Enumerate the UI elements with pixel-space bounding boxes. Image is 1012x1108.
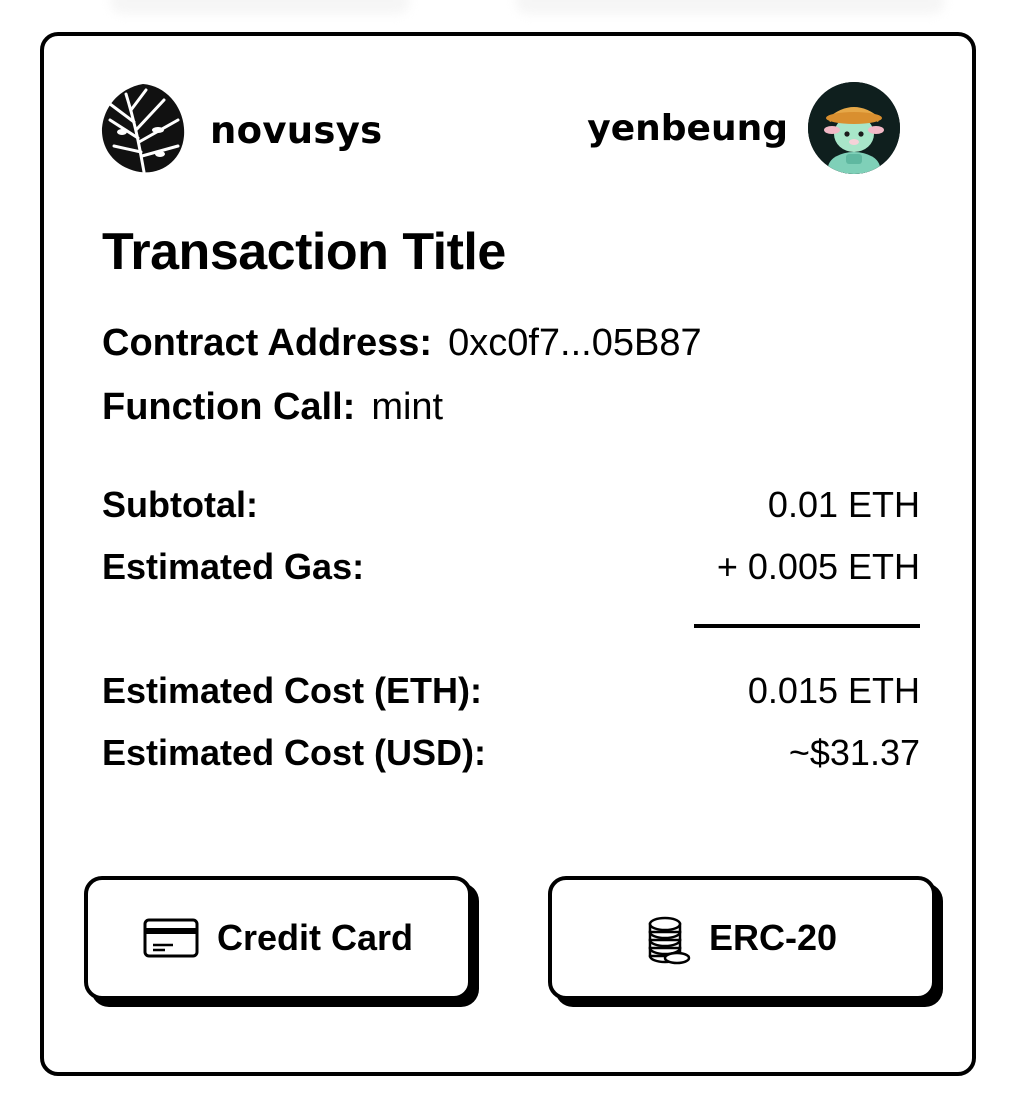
brand: novusys	[100, 80, 382, 181]
background-card-edge	[110, 0, 410, 14]
function-call-row: Function Call: mint	[102, 386, 443, 429]
estimated-gas-row: Estimated Gas: + 0.005 ETH	[102, 546, 920, 588]
subtotal-label: Subtotal:	[102, 484, 258, 525]
brand-name: novusys	[210, 109, 383, 152]
contract-address-row: Contract Address: 0xc0f7...05B87	[102, 322, 702, 365]
credit-card-icon	[143, 918, 199, 958]
transaction-card: novusys yenbeung Transaction Title Contr…	[40, 32, 976, 1076]
estimated-gas-label: Estimated Gas:	[102, 546, 365, 587]
contract-address-label: Contract Address:	[102, 322, 433, 364]
erc20-button[interactable]: ERC-20	[548, 876, 936, 1000]
estimated-gas-value: + 0.005 ETH	[716, 546, 920, 587]
transaction-title: Transaction Title	[102, 223, 506, 281]
estimated-cost-eth-value: 0.015 ETH	[747, 670, 920, 711]
contract-address-value[interactable]: 0xc0f7...05B87	[448, 322, 702, 364]
estimated-cost-eth-row: Estimated Cost (ETH): 0.015 ETH	[102, 670, 920, 712]
estimated-cost-usd-label: Estimated Cost (USD):	[102, 732, 487, 773]
function-call-value: mint	[371, 386, 444, 428]
subtotal-value: 0.01 ETH	[767, 484, 920, 525]
background-card-edge	[515, 0, 945, 14]
sum-divider	[694, 624, 920, 628]
function-call-label: Function Call:	[102, 386, 356, 428]
avatar[interactable]	[808, 82, 900, 174]
erc20-label: ERC-20	[708, 917, 838, 958]
estimated-cost-usd-value: ~$31.37	[788, 732, 920, 773]
credit-card-label: Credit Card	[216, 917, 414, 958]
coin-stack-icon	[647, 910, 691, 966]
subtotal-row: Subtotal: 0.01 ETH	[102, 484, 920, 526]
estimated-cost-eth-label: Estimated Cost (ETH):	[102, 670, 483, 711]
monstera-leaf-logo-icon	[100, 80, 186, 181]
estimated-cost-usd-row: Estimated Cost (USD): ~$31.37	[102, 732, 920, 774]
credit-card-button[interactable]: Credit Card	[84, 876, 472, 1000]
username: yenbeung	[587, 107, 788, 149]
user-profile[interactable]: yenbeung	[587, 82, 900, 174]
